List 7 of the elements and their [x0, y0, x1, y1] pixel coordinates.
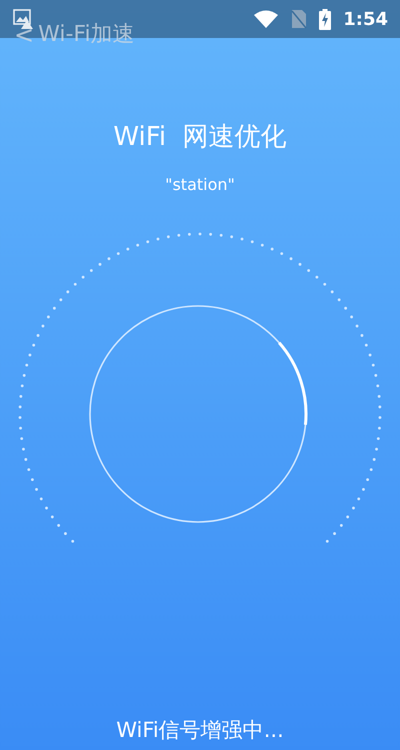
status-message: WiFi信号增强中...	[116, 716, 284, 744]
network-name: "station"	[165, 174, 235, 196]
status-time: 1:54	[343, 8, 388, 32]
wifi-icon	[253, 9, 280, 29]
no-sim-icon	[291, 9, 308, 29]
battery-charging-icon	[319, 8, 332, 30]
heading: WiFi 网速优化	[113, 121, 287, 154]
